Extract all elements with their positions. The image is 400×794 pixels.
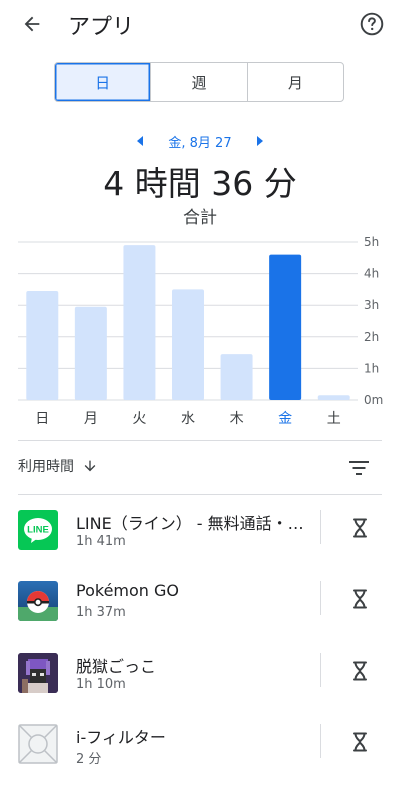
pokemon-go-app-icon [18,581,58,621]
app-name: i-フィルター [76,728,166,747]
arrow-down-icon [84,460,96,472]
help-icon[interactable] [358,10,386,38]
app-name: 脱獄ごっこ [76,657,157,676]
daily-usage-chart: 0m 1h 2h 3h 4h 5h 日 月 火 水 木 金 土 [18,235,383,427]
x-tick-label: 日 [35,411,49,427]
previous-day-icon[interactable] [132,133,148,149]
x-tick-label: 金 [278,411,292,427]
bar [74,306,107,400]
app-usage-time: 1h 41m [76,534,126,549]
range-selector: 日 週 月 [54,62,344,102]
app-usage-time: 1h 37m [76,605,126,620]
back-arrow-icon[interactable] [18,10,46,38]
x-tick-label: 水 [181,411,195,427]
bar [26,290,59,400]
app-name: LINE（ライン） - 無料通話・メール [76,514,312,533]
x-tick-label: 月 [84,411,98,427]
app-list-item[interactable]: Pokémon GO 1h 37m [0,581,400,651]
total-usage-time: 4 時間 36 分 [103,164,297,203]
vertical-divider [320,581,321,615]
filter-icon[interactable] [344,455,374,481]
i-filter-app-icon [18,724,58,764]
app-name: Pokémon GO [76,581,179,600]
app-list-item[interactable]: i-フィルター 2 分 [0,724,400,794]
app-bar: アプリ [0,0,400,50]
x-tick-label: 火 [132,411,146,427]
line-app-icon: LINE [18,510,58,550]
vertical-divider [320,510,321,544]
y-tick-label: 2h [364,330,379,344]
y-tick-label: 1h [364,361,379,375]
bar [123,245,156,400]
bar [172,289,204,400]
app-list-item[interactable]: LINE LINE（ライン） - 無料通話・メール 1h 41m [0,510,400,580]
next-day-icon[interactable] [252,133,268,149]
y-tick-label: 0m [364,393,383,407]
divider [18,494,382,495]
y-tick-label: 5h [364,235,379,249]
x-tick-label: 木 [230,411,244,427]
page-title: アプリ [68,15,135,40]
sort-by-usage-button[interactable]: 利用時間 [18,456,98,476]
y-tick-label: 3h [364,298,379,312]
total-label: 合計 [183,208,217,228]
sort-row: 利用時間 [0,450,400,486]
divider [18,440,382,441]
x-tick-label: 土 [327,411,341,427]
bar [317,395,350,400]
app-usage-time: 2 分 [76,752,102,767]
app-list-item[interactable]: 脱獄ごっこ 1h 10m [0,653,400,723]
tab-week[interactable]: 週 [150,63,246,101]
vertical-divider [320,653,321,687]
hourglass-timer-icon[interactable] [346,514,374,542]
hourglass-timer-icon[interactable] [346,728,374,756]
sort-label: 利用時間 [18,459,74,475]
current-date: 金, 8月 27 [168,136,232,151]
bar [269,254,302,400]
hourglass-timer-icon[interactable] [346,657,374,685]
tab-day[interactable]: 日 [55,63,151,101]
tab-month[interactable]: 月 [246,63,343,101]
datsugoku-gokko-app-icon [18,653,58,693]
app-usage-time: 1h 10m [76,677,126,692]
y-tick-label: 4h [364,267,379,281]
bar [220,354,253,400]
hourglass-timer-icon[interactable] [346,585,374,613]
vertical-divider [320,724,321,758]
line-icon-text: LINE [27,525,49,536]
date-navigator: 金, 8月 27 [0,130,400,152]
